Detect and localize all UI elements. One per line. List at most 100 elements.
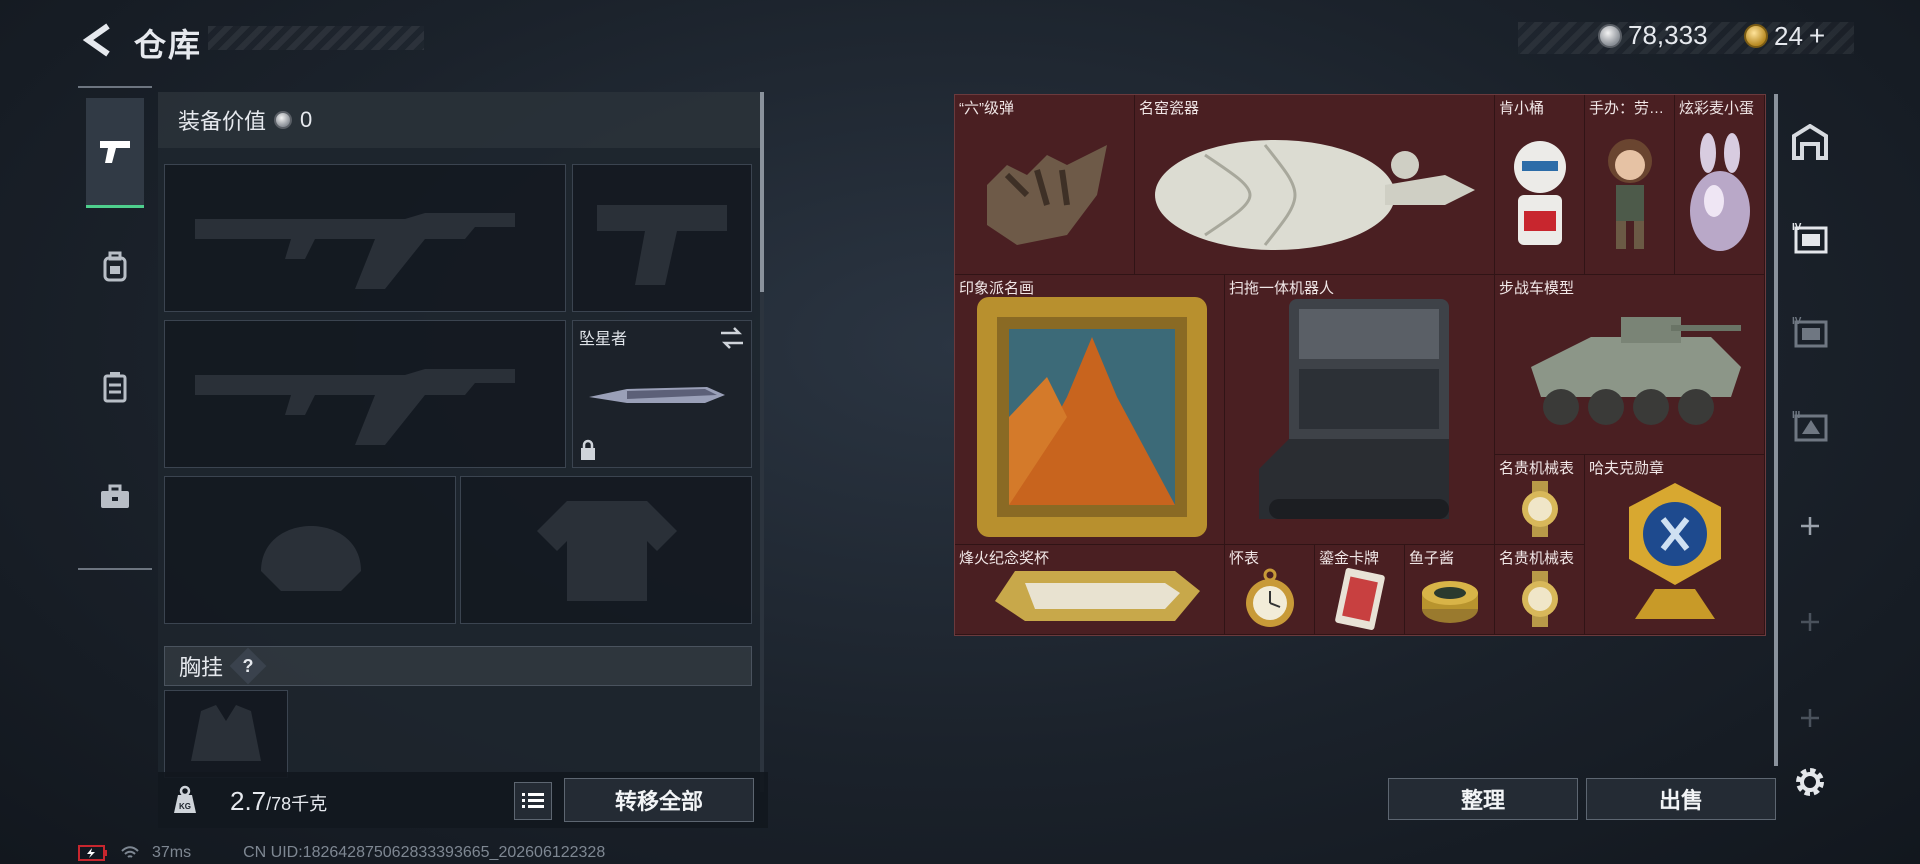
stash-grid: “六”级弹 名窑瓷器 肯小桶 手办：劳… 炫彩麦小蛋 印象派名画 扫拖一体机器人… [954,94,1766,636]
porcelain-vase-icon [1155,140,1475,250]
svg-text:III: III [1792,410,1801,421]
wifi-icon [121,846,139,858]
stash-iv-icon: IV [1792,316,1828,348]
chest-rig-label: 胸挂 [179,655,224,680]
plus-icon [1801,709,1819,727]
ifv-model-icon [1531,317,1741,425]
svg-text:IV: IV [1792,316,1802,327]
title-decoration [208,26,424,50]
pistol-silhouette-icon [597,205,727,285]
stash-tab-add-2[interactable] [1788,600,1832,644]
watch-icon [1522,481,1558,537]
watch-icon [1522,571,1558,627]
chest-rig-header: 胸挂 ? [164,646,752,686]
tab-case[interactable] [86,442,144,552]
stash-item-kfc-figure[interactable]: 肯小桶 [1495,95,1585,275]
stash-item-caviar[interactable]: 鱼子酱 [1405,545,1495,635]
silver-amount: 78,333 [1628,20,1708,50]
stash-tab-home[interactable] [1788,120,1832,164]
stash-scrollbar[interactable] [1774,94,1778,766]
gold-card-icon [1335,568,1385,630]
medal-icon [1629,483,1721,619]
swap-icon[interactable] [719,327,745,349]
stash-tab-3[interactable]: III [1788,404,1832,448]
plus-icon [1801,613,1819,631]
gear-icon [1796,768,1824,796]
warehouse-icon [1792,124,1828,160]
stash-item-figurine[interactable]: 手办：劳… [1585,95,1675,275]
ping-value: 37ms [152,844,192,861]
transfer-all-button[interactable]: 转移全部 [564,778,754,822]
chest-rig-slot[interactable] [164,690,288,778]
kfc-figure-icon [1514,141,1566,245]
bunny-egg-icon [1690,133,1750,251]
help-icon[interactable]: ? [229,647,267,685]
silver-currency: 78,333 [1598,20,1708,51]
toolbox-icon [101,484,129,508]
category-tab-rail [78,86,152,570]
rifle-silhouette-icon [195,213,515,289]
primary-weapon-slot-1[interactable] [164,164,566,312]
stash-tab-add-3[interactable] [1788,696,1832,740]
stash-tab-add-1[interactable] [1788,504,1832,548]
stash-item-watch-2[interactable]: 名贵机械表 [1495,545,1585,635]
backpack-icon [103,251,127,282]
stash-item-hand-sculpture[interactable]: “六”级弹 [955,95,1135,275]
weight-icon: KG [174,785,196,813]
stash-item-bunny-egg[interactable]: 炫彩麦小蛋 [1675,95,1765,275]
pocket-watch-icon [1246,568,1294,627]
battery-charging-icon [78,845,107,861]
stash-item-robot-vacuum[interactable]: 扫拖一体机器人 [1225,275,1495,545]
back-arrow-icon [82,23,110,57]
melee-slot[interactable]: 坠星者 [572,320,752,468]
painting-icon [977,297,1207,537]
primary-weapon-slot-2[interactable] [164,320,566,468]
back-button[interactable] [78,20,114,60]
stash-item-gold-card[interactable]: 鎏金卡牌 [1315,545,1405,635]
stash-item-trophy[interactable]: 烽火纪念奖杯 [955,545,1225,635]
armor-silhouette-icon [537,501,677,601]
status-bar: 37ms CN UID:1826428750628333936​65_20260… [78,842,605,864]
uid-text: CN UID:1826428750628333936​65_2026061223… [243,844,606,861]
gold-coin-icon [1744,24,1768,48]
stash-tab-4b[interactable]: IV [1788,310,1832,354]
caviar-icon [1422,581,1478,623]
sort-button[interactable]: 整理 [1388,778,1578,820]
gold-add-button[interactable]: + [1809,20,1825,52]
melee-item-name: 坠星者 [579,331,628,348]
tab-armor[interactable] [86,212,144,322]
stash-iii-icon: III [1792,410,1828,442]
helmet-silhouette-icon [261,526,361,591]
tab-weapons[interactable] [86,98,144,208]
plus-icon [1801,517,1819,535]
helmet-slot[interactable] [164,476,456,624]
gold-currency[interactable]: 24 + [1744,20,1825,52]
stash-item-medal[interactable]: 哈夫克勋章 [1585,455,1765,635]
sidearm-slot[interactable] [572,164,752,312]
stash-item-painting[interactable]: 印象派名画 [955,275,1225,545]
settings-button[interactable] [1788,760,1832,804]
weight-current: 2.7 [230,786,267,816]
svg-text:KG: KG [179,802,191,811]
page-title: 仓库 [134,27,203,63]
stash-iv-icon: IV [1792,222,1828,254]
rig-silhouette-icon [191,705,261,761]
knife-icon [589,387,725,403]
stash-tab-4[interactable]: IV [1788,216,1832,260]
equipment-value-header: 装备价值 0 [158,92,760,148]
equipment-scrollbar-thumb[interactable] [760,92,764,292]
stash-item-watch[interactable]: 名贵机械表 [1495,455,1585,545]
lock-icon [581,439,595,460]
weight-max: /78千克 [266,794,328,814]
tab-rig[interactable] [86,332,144,442]
weight-readout: 2.7 /78千克 [230,786,327,817]
stash-item-pocket-watch[interactable]: 怀表 [1225,545,1315,635]
robot-vacuum-icon [1259,299,1449,519]
stash-item-ifv-model[interactable]: 步战车模型 [1495,275,1765,455]
list-view-button[interactable] [514,782,552,820]
body-armor-slot[interactable] [460,476,752,624]
stash-item-porcelain-vase[interactable]: 名窑瓷器 [1135,95,1495,275]
sell-button[interactable]: 出售 [1586,778,1776,820]
gold-amount: 24 [1774,20,1803,51]
equipment-panel: 装备价值 0 坠星者 [158,92,760,828]
